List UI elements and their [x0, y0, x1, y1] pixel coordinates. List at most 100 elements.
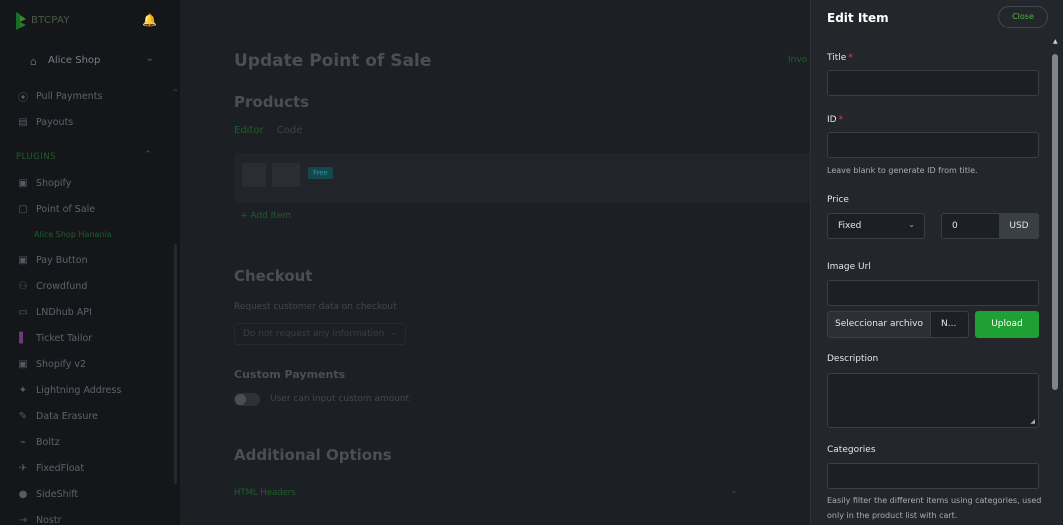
sidebar-item-label: Pull Payments [36, 90, 103, 102]
chevron-down-icon: ⌄ [145, 53, 154, 64]
crowdfund-icon: ⚇ [18, 280, 28, 292]
categories-help-text: Easily filter the different items using … [827, 496, 1042, 520]
categories-input[interactable] [827, 463, 1039, 489]
sidebar-item-lndhub-api[interactable]: ▭ LNDhub API [16, 303, 172, 321]
products-heading: Products [234, 93, 310, 111]
sidebar-item-label: Data Erasure [36, 410, 98, 422]
brand-name: BTCPAY [31, 15, 70, 26]
lightning-icon: ✦ [18, 384, 28, 396]
price-amount-value: 0 [952, 221, 958, 231]
sidebar-item-label: Lightning Address [36, 384, 122, 396]
custom-payments-heading: Custom Payments [234, 368, 346, 381]
btcpay-logo-icon [16, 12, 26, 30]
chevron-up-icon[interactable]: ⌃ [172, 88, 179, 97]
payouts-icon: ▤ [18, 116, 28, 128]
file-name-display: N... [931, 311, 969, 338]
tab-editor[interactable]: Editor [234, 125, 264, 136]
chevron-up-icon[interactable]: ⌃ [144, 150, 152, 160]
choose-file-button[interactable]: Seleccionar archivo [827, 311, 931, 338]
title-label-text: Title [827, 53, 847, 63]
boltz-icon: ⌁ [19, 436, 27, 448]
panel-title: Edit Item [827, 11, 889, 25]
sidebar-item-boltz[interactable]: ⌁ Boltz [16, 433, 172, 451]
sidebar-item-sideshift[interactable]: ● SideShift [16, 485, 172, 503]
chevron-down-icon: ⌄ [908, 220, 915, 229]
html-headers-toggle[interactable]: HTML Headers [234, 488, 296, 498]
sidebar-item-label: SideShift [36, 488, 79, 500]
sidebar-item-label: LNDhub API [36, 306, 92, 318]
store-selector[interactable]: ⌂ Alice Shop ⌄ [14, 50, 164, 74]
additional-options-heading: Additional Options [234, 446, 392, 464]
categories-label: Categories [827, 445, 876, 455]
tab-code[interactable]: Code [277, 125, 303, 136]
sidebar-item-label: Point of Sale [36, 203, 96, 215]
sidebar-item-label: Shopify v2 [36, 358, 87, 370]
request-data-select[interactable]: Do not request any information ⌄ [234, 323, 406, 345]
notification-bell-icon[interactable]: 🔔 [142, 13, 157, 27]
price-label: Price [827, 195, 849, 205]
required-marker: * [838, 115, 844, 125]
sidebar: BTCPAY 🔔 ⌂ Alice Shop ⌄ ⌃ ⦿ Pull Payment… [0, 0, 180, 525]
sidebar-item-label: Crowdfund [36, 280, 88, 292]
image-url-label: Image Url [827, 262, 871, 272]
checkout-heading: Checkout [234, 267, 313, 285]
sidebar-item-label: Boltz [36, 436, 60, 448]
sidebar-item-label: Pay Button [36, 254, 88, 266]
pull-payments-icon: ⦿ [18, 92, 28, 104]
description-label: Description [827, 354, 879, 364]
id-input[interactable] [827, 132, 1039, 158]
item-image-placeholder [242, 163, 266, 187]
sidebar-item-label: Nostr [36, 514, 62, 525]
chevron-down-icon[interactable]: ⌄ [730, 486, 738, 496]
chevron-down-icon: ⌄ [390, 328, 397, 337]
nostr-icon: → [18, 514, 28, 525]
custom-amount-toggle[interactable] [234, 393, 260, 406]
title-input[interactable] [827, 70, 1039, 96]
price-type-select[interactable]: Fixed ⌄ [827, 213, 925, 239]
sidebar-item-ticket-tailor[interactable]: ▌ Ticket Tailor [16, 329, 172, 347]
sidebar-item-shopify-v2[interactable]: ▣ Shopify v2 [16, 355, 172, 373]
scroll-up-arrow-icon[interactable]: ▲ [1053, 38, 1058, 45]
resize-handle-icon[interactable]: ◢ [1030, 418, 1035, 425]
sideshift-icon: ● [18, 488, 28, 500]
sidebar-item-point-of-sale[interactable]: ▢ Point of Sale [16, 200, 172, 218]
item-image-placeholder [272, 163, 300, 187]
sidebar-item-data-erasure[interactable]: ✎ Data Erasure [16, 407, 172, 425]
sidebar-item-label: Shopify [36, 177, 72, 189]
sidebar-item-pay-button[interactable]: ▣ Pay Button [16, 251, 172, 269]
custom-amount-label: User can input custom amount [270, 394, 410, 404]
brand-logo[interactable]: BTCPAY 🔔 [14, 10, 164, 32]
sidebar-item-lightning-address[interactable]: ✦ Lightning Address [16, 381, 172, 399]
store-name: Alice Shop [48, 55, 101, 66]
image-url-input[interactable] [827, 280, 1039, 306]
price-type-value: Fixed [838, 221, 862, 231]
sidebar-item-crowdfund[interactable]: ⚇ Crowdfund [16, 277, 172, 295]
upload-button[interactable]: Upload [975, 311, 1039, 338]
top-link[interactable]: Invo [788, 55, 807, 65]
panel-scrollbar-thumb[interactable] [1052, 54, 1058, 390]
sidebar-item-payouts[interactable]: ▤ Payouts [16, 113, 172, 131]
plugins-heading: PLUGINS [16, 152, 57, 162]
pos-icon: ▢ [18, 203, 28, 215]
sidebar-subitem-active[interactable]: Alice Shop Hanania [34, 230, 112, 239]
close-button[interactable]: Close [998, 6, 1048, 28]
sidebar-item-pull-payments[interactable]: ⦿ Pull Payments [16, 87, 172, 105]
currency-label: USD [999, 213, 1039, 239]
lndhub-icon: ▭ [18, 306, 28, 318]
description-textarea[interactable]: ◢ [827, 373, 1039, 428]
price-amount-input[interactable]: 0 [941, 213, 999, 239]
sidebar-item-label: Payouts [36, 116, 74, 128]
sidebar-item-shopify[interactable]: ▣ Shopify [16, 174, 172, 192]
add-item-button[interactable]: + Add Item [240, 211, 291, 221]
editor-tabs: Editor Code [234, 125, 302, 136]
fixedfloat-icon: ✈ [18, 462, 28, 474]
store-icon: ⌂ [30, 55, 37, 68]
sidebar-scrollbar[interactable] [174, 244, 177, 484]
sidebar-item-label: FixedFloat [36, 462, 85, 474]
product-item-row[interactable]: Free [234, 153, 814, 203]
sidebar-item-fixedfloat[interactable]: ✈ FixedFloat [16, 459, 172, 477]
ticket-tailor-icon: ▌ [19, 332, 27, 344]
id-help-text: Leave blank to generate ID from title. [827, 166, 978, 175]
shopify-icon: ▣ [18, 358, 28, 370]
sidebar-item-nostr[interactable]: → Nostr [16, 511, 172, 525]
